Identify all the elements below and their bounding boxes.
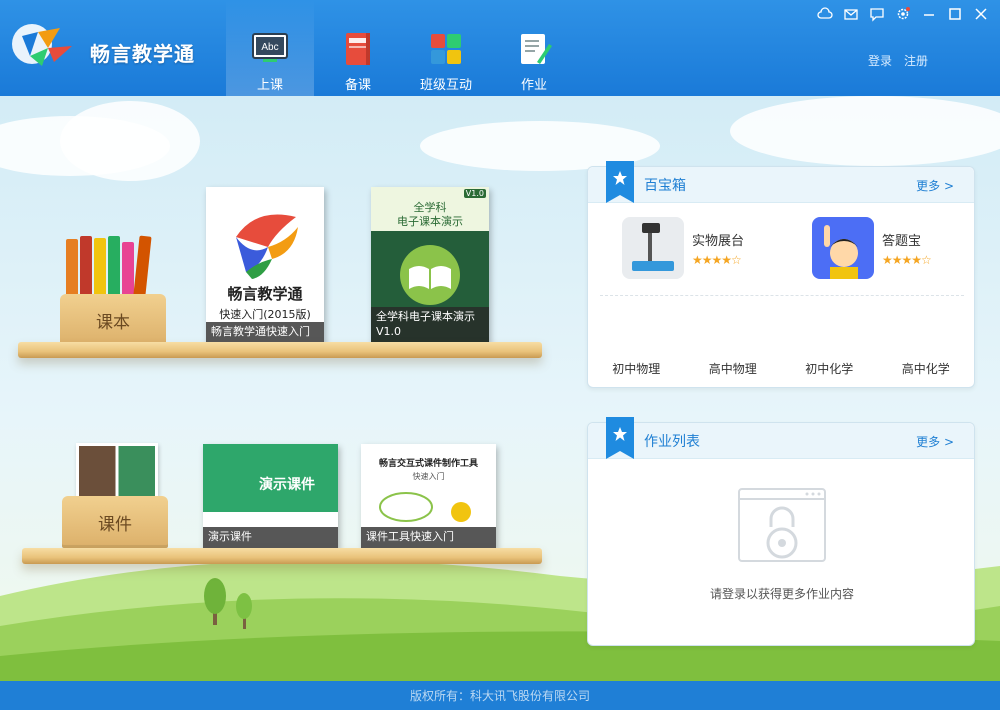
logo-mark-icon bbox=[12, 24, 72, 66]
tab-prepare-label: 备课 bbox=[344, 78, 371, 93]
homework-edit-icon bbox=[521, 34, 552, 64]
card-sub: 快速入门 bbox=[412, 472, 445, 481]
homework-empty-text: 请登录以获得更多作业内容 bbox=[709, 587, 854, 601]
auth-links: 登录 注册 bbox=[868, 52, 928, 69]
tab-homework-label: 作业 bbox=[520, 78, 547, 93]
minimize-icon[interactable] bbox=[918, 4, 940, 24]
document-camera-icon bbox=[622, 217, 684, 279]
abc-board-icon: Abc bbox=[252, 33, 288, 62]
homework-panel: 作业列表 更多 > 请登录以获得更多作业内容 bbox=[587, 417, 975, 646]
cloud-icon[interactable] bbox=[814, 4, 836, 24]
version-badge: V1.0 bbox=[463, 189, 486, 198]
gear-icon[interactable] bbox=[892, 4, 914, 24]
tool-visualizer[interactable]: 实物展台 ★★★★☆ bbox=[622, 217, 744, 279]
card-caption: 畅言教学通快速入门 bbox=[206, 322, 324, 343]
courseware-bin-label: 课件 bbox=[98, 514, 132, 535]
star-ribbon bbox=[606, 417, 634, 459]
title-bar: 畅言教学通 Abc 上课 备课 班级互动 作业 登录 注册 bbox=[0, 0, 1000, 96]
rating-stars: ★★★★☆ bbox=[882, 252, 932, 267]
blocks-icon bbox=[431, 34, 461, 64]
tab-class[interactable]: Abc 上课 bbox=[226, 0, 314, 96]
card-caption: 全学科电子课本演示 V1.0 bbox=[371, 307, 489, 343]
window-controls bbox=[814, 4, 992, 24]
top-shelf bbox=[18, 342, 542, 358]
main-nav: Abc 上课 备课 班级互动 作业 bbox=[226, 0, 578, 96]
card-heading-line2: 电子课本演示 bbox=[397, 215, 463, 228]
tab-interact-label: 班级互动 bbox=[419, 78, 472, 93]
tab-homework[interactable]: 作业 bbox=[490, 0, 578, 96]
app-logo: 畅言教学通 bbox=[8, 14, 208, 74]
star-icon bbox=[613, 427, 627, 441]
homework-title: 作业列表 bbox=[644, 434, 700, 450]
subject-senior-physics[interactable]: 高中物理 bbox=[709, 360, 757, 377]
tool-answer[interactable]: 答题宝 ★★★★☆ bbox=[812, 217, 932, 279]
subject-senior-chemistry[interactable]: 高中化学 bbox=[902, 360, 950, 377]
main-area: 课本 畅言教学通 快速入门(2015版) 畅言教学通快速入门 全学科 电子课本演… bbox=[0, 96, 1000, 681]
tool-name: 答题宝 bbox=[882, 233, 922, 249]
courseware-card-demo[interactable]: 演示课件 演示课件 bbox=[203, 444, 338, 548]
toolbox-header: 百宝箱 更多 > bbox=[588, 161, 974, 203]
chat-icon[interactable] bbox=[866, 4, 888, 24]
svg-text:Abc: Abc bbox=[261, 42, 278, 53]
register-link[interactable]: 注册 bbox=[904, 52, 928, 69]
mail-icon[interactable] bbox=[840, 4, 862, 24]
footer-bar: 版权所有：科大讯飞股份有限公司 bbox=[0, 681, 1000, 710]
star-ribbon bbox=[606, 161, 634, 203]
card-brand: 畅言教学通 bbox=[227, 285, 303, 303]
rating-stars: ★★★★☆ bbox=[692, 252, 742, 267]
tool-name: 实物展台 bbox=[692, 233, 745, 249]
textbook-card-quickstart[interactable]: 畅言教学通 快速入门(2015版) 畅言教学通快速入门 bbox=[206, 187, 324, 343]
subject-list: 初中物理 高中物理 初中化学 高中化学 bbox=[588, 360, 974, 377]
card-subtitle: 快速入门(2015版) bbox=[219, 308, 311, 321]
courseware-card-tool[interactable]: 畅言交互式课件制作工具 快速入门 课件工具快速入门 bbox=[361, 444, 496, 548]
toolbox-panel: 百宝箱 更多 > 实物展台 ★★★★☆ 答题宝 ★★★★☆ 初中物理 高中物理 … bbox=[587, 161, 975, 388]
raised-hand-icon bbox=[812, 217, 874, 279]
copyright-text: 版权所有：科大讯飞股份有限公司 bbox=[409, 689, 590, 703]
courseware-bin[interactable]: 课件 bbox=[62, 496, 168, 548]
card-heading: 畅言交互式课件制作工具 bbox=[378, 459, 478, 469]
card-caption: 课件工具快速入门 bbox=[361, 527, 496, 548]
textbook-card-demo[interactable]: 全学科 电子课本演示 V1.0 全学科电子课本演示 V1.0 bbox=[371, 187, 489, 343]
tab-prepare[interactable]: 备课 bbox=[314, 0, 402, 96]
tab-class-label: 上课 bbox=[256, 78, 283, 93]
textbook-bin-label: 课本 bbox=[96, 312, 130, 333]
notebook-icon bbox=[346, 33, 370, 65]
homework-more-link[interactable]: 更多 > bbox=[916, 433, 954, 450]
close-icon[interactable] bbox=[970, 4, 992, 24]
card-heading: 演示课件 bbox=[259, 477, 315, 493]
maximize-icon[interactable] bbox=[944, 4, 966, 24]
homework-header: 作业列表 更多 > bbox=[588, 417, 974, 459]
subject-junior-chemistry[interactable]: 初中化学 bbox=[805, 360, 853, 377]
toolbox-title: 百宝箱 bbox=[644, 178, 686, 194]
card-caption: 演示课件 bbox=[203, 527, 338, 548]
bottom-shelf bbox=[22, 548, 542, 564]
login-link[interactable]: 登录 bbox=[868, 52, 892, 69]
divider bbox=[600, 295, 964, 296]
locked-window-icon bbox=[738, 488, 826, 562]
app-title: 畅言教学通 bbox=[90, 42, 195, 66]
subject-junior-physics[interactable]: 初中物理 bbox=[612, 360, 660, 377]
tab-interact[interactable]: 班级互动 bbox=[402, 0, 490, 96]
toolbox-more-link[interactable]: 更多 > bbox=[916, 177, 954, 194]
textbook-bin[interactable]: 课本 bbox=[60, 294, 166, 346]
star-icon bbox=[613, 171, 627, 185]
tool-illustration-icon bbox=[379, 492, 471, 522]
